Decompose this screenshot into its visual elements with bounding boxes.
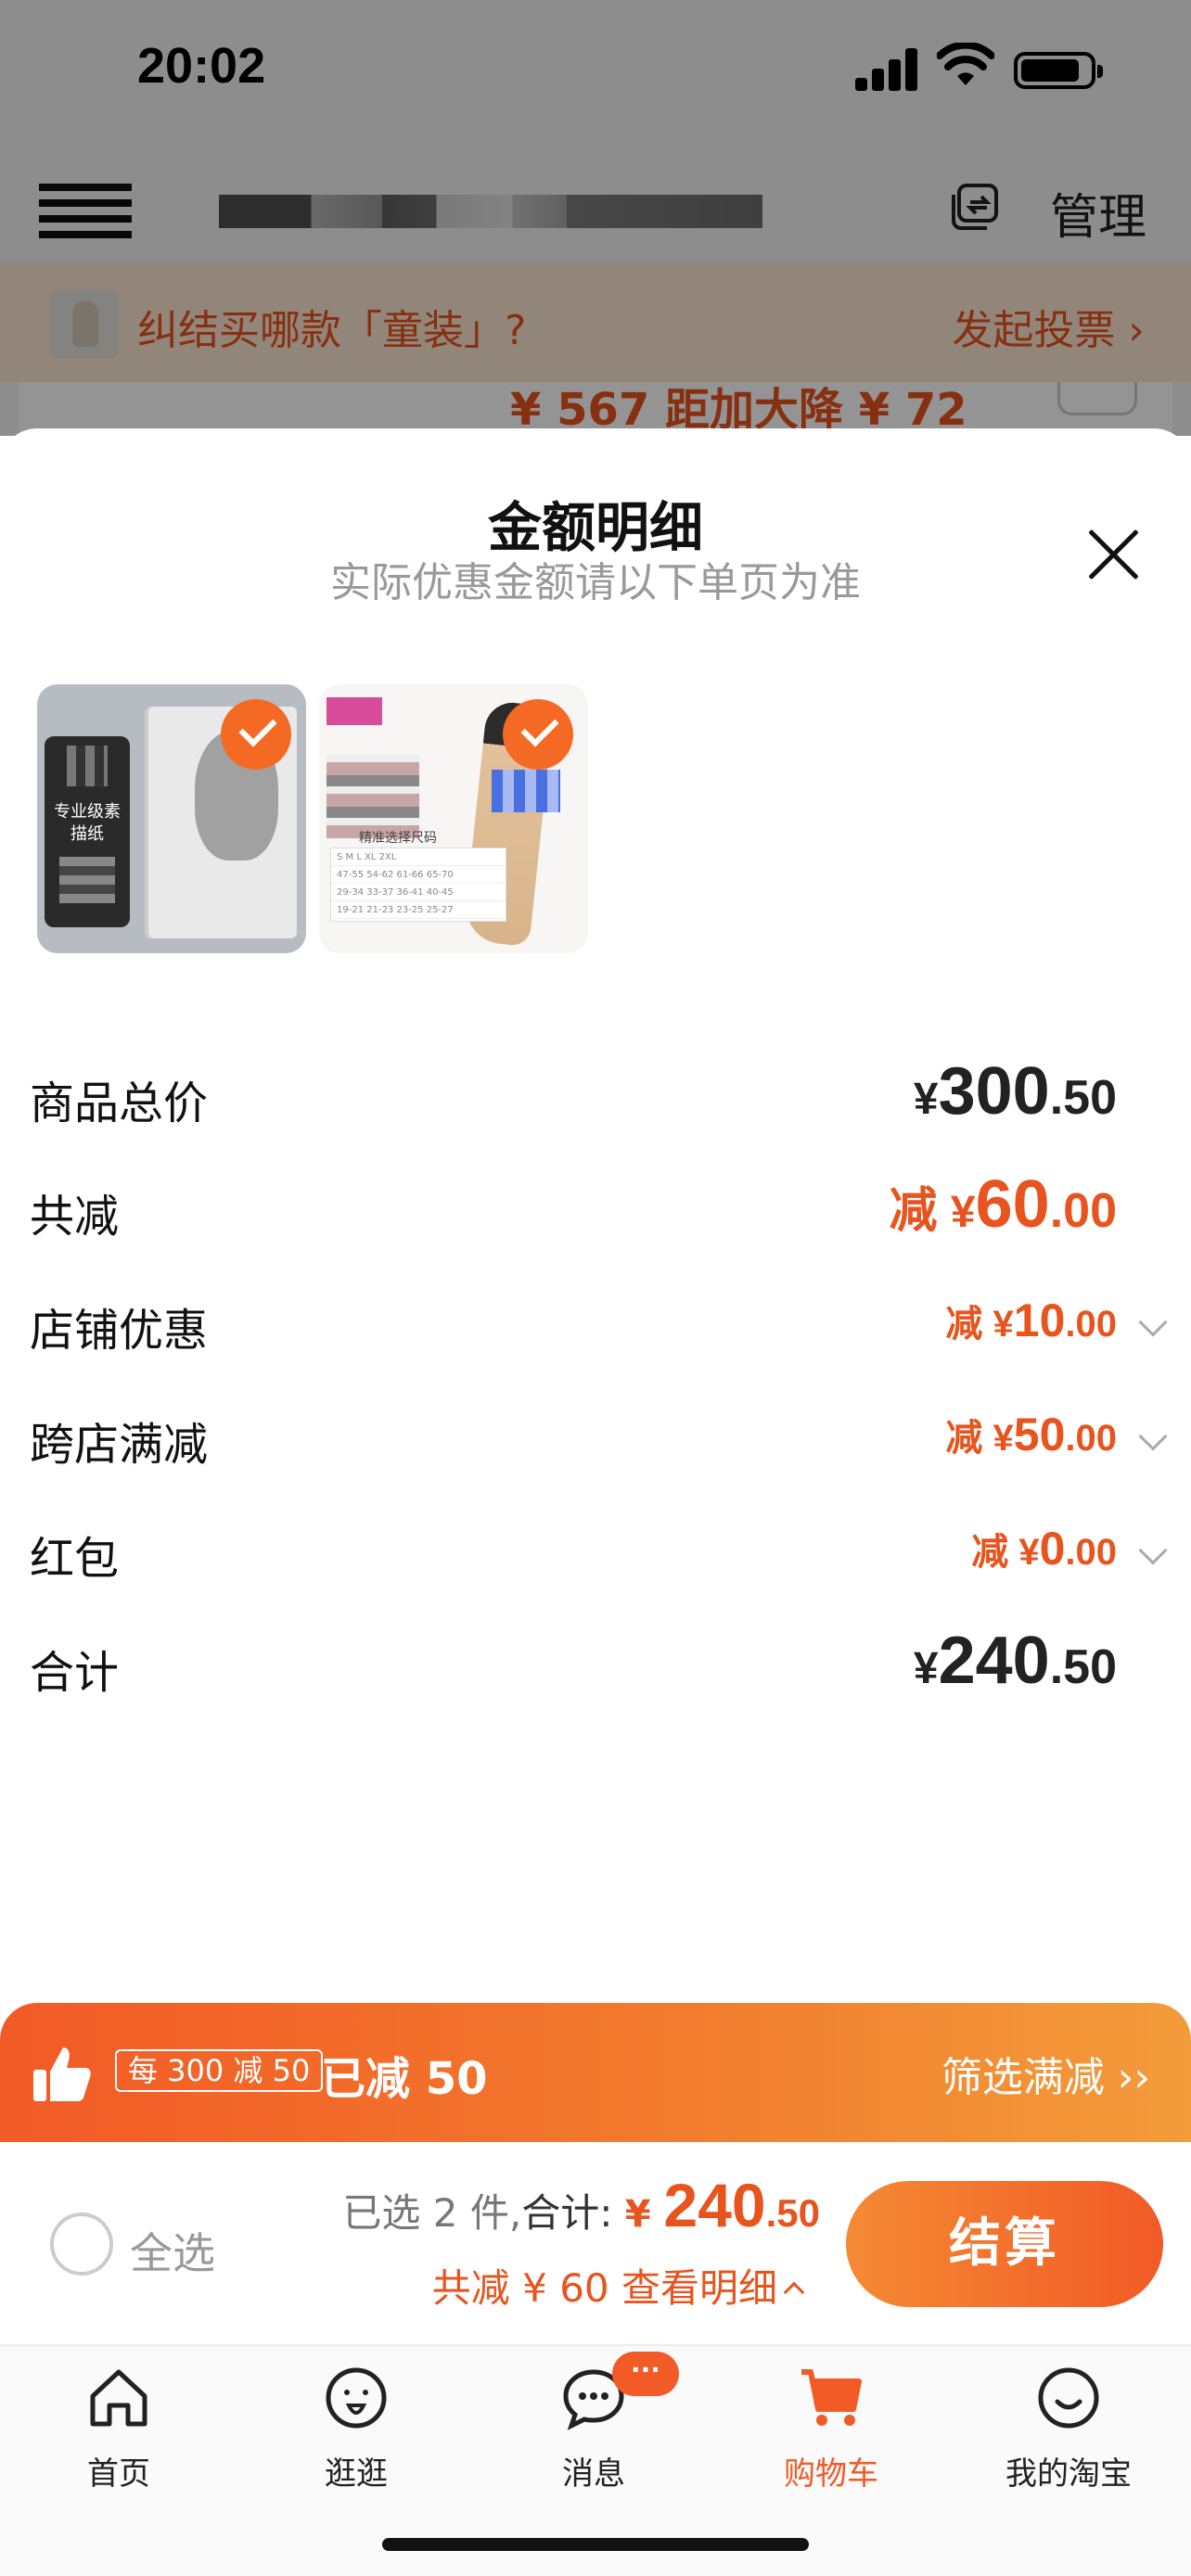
size-chart-title: 精准选择尺码 (359, 831, 437, 846)
chevron-up-icon (783, 2281, 805, 2303)
line-item-shop-coupon[interactable]: 店铺优惠 减 ¥10.00 (0, 1286, 1191, 1360)
message-badge: ··· (612, 2352, 679, 2396)
line-label: 跨店满减 (30, 1419, 209, 1471)
discount-promo-bar[interactable]: 每 300 减 50 已减 50 筛选满减 ›› (0, 2003, 1191, 2142)
line-item-subtotal: 商品总价 ¥300.50 (0, 1054, 1191, 1133)
home-indicator (382, 2538, 809, 2551)
product-label: 专业级素描纸 (54, 802, 121, 844)
close-icon[interactable] (1083, 525, 1143, 584)
line-item-red-packet[interactable]: 红包 减 ¥0.00 (0, 1514, 1191, 1588)
select-all-label[interactable]: 全选 (130, 2220, 215, 2281)
line-item-cross-shop[interactable]: 跨店满减 减 ¥50.00 (0, 1400, 1191, 1474)
line-label: 合计 (30, 1647, 120, 1699)
checkout-button[interactable]: 结算 (846, 2181, 1163, 2307)
selected-check-icon[interactable] (503, 699, 573, 770)
tab-label: 逛逛 (325, 2455, 388, 2493)
browse-icon (326, 2367, 387, 2429)
line-item-total-discount: 共减 减 ¥60.00 (0, 1167, 1191, 1246)
product-thumbnail[interactable]: 专业级素描纸 (37, 684, 306, 953)
total-integer: 240 (663, 2171, 766, 2239)
line-label: 红包 (30, 1533, 120, 1585)
product-thumbnail[interactable]: 精准选择尺码 S M L XL 2XL 47-55 54-62 61-66 65… (319, 684, 588, 953)
line-item-total: 合计 ¥240.50 (0, 1624, 1191, 1702)
thumbs-up-icon (33, 2047, 91, 2101)
profile-icon (1038, 2367, 1099, 2429)
line-amount: 减 ¥60.00 (889, 1167, 1117, 1242)
select-all-radio[interactable] (50, 2213, 113, 2276)
size-chart: 精准选择尺码 S M L XL 2XL 47-55 54-62 61-66 65… (330, 831, 506, 922)
tab-profile[interactable]: 我的淘宝 (976, 2365, 1161, 2504)
line-amount: 减 ¥50.00 (945, 1409, 1117, 1460)
sketchbook-cover: 专业级素描纸 (45, 736, 130, 927)
line-label: 共减 (30, 1191, 120, 1243)
size-chart-row: 47-55 54-62 61-66 65-70 (331, 866, 506, 884)
chevron-down-icon[interactable] (1138, 1307, 1168, 1337)
line-amount: ¥300.50 (913, 1054, 1117, 1129)
redacted-block (492, 770, 560, 812)
sheet-subtitle: 实际优惠金额请以下单页为准 (330, 559, 861, 606)
total-label: 合计: (521, 2190, 625, 2236)
line-amount: 减 ¥0.00 (971, 1523, 1117, 1575)
promo-saved-text: 已减 50 (321, 2053, 488, 2105)
size-chart-row: 19-21 21-23 23-25 25-27 (331, 901, 506, 919)
chevron-down-icon[interactable] (1138, 1422, 1168, 1451)
discount-detail-text: 共减 ¥ 60 查看明细 (431, 2265, 777, 2311)
total-currency: ¥ (624, 2193, 664, 2236)
selected-count: 已选 2 件, (342, 2190, 522, 2236)
tab-cart[interactable]: 购物车 (738, 2365, 924, 2504)
size-chart-row: S M L XL 2XL (331, 848, 506, 866)
line-label: 商品总价 (30, 1078, 209, 1129)
redacted-block (327, 755, 419, 838)
tab-label: 购物车 (784, 2455, 878, 2493)
redacted-block (59, 857, 115, 903)
home-icon (90, 2369, 147, 2427)
promo-tag: 每 300 减 50 (115, 2049, 324, 2092)
line-label: 店铺优惠 (30, 1305, 209, 1357)
filter-discount-link[interactable]: 筛选满减 ›› (941, 2044, 1150, 2103)
tab-label: 我的淘宝 (1005, 2455, 1132, 2493)
tab-browse[interactable]: 逛逛 (263, 2365, 449, 2504)
cart-icon (801, 2369, 862, 2426)
redacted-block (327, 697, 382, 725)
total-decimal: .50 (765, 2191, 820, 2235)
tab-label: 首页 (87, 2455, 150, 2493)
line-amount: 减 ¥10.00 (945, 1294, 1117, 1346)
redacted-block (67, 746, 108, 786)
summary-total: 已选 2 件,合计: ¥ 240.50 (342, 2170, 820, 2240)
tab-home[interactable]: 首页 (26, 2365, 211, 2504)
line-amount: ¥240.50 (913, 1624, 1117, 1698)
amount-detail-sheet: 金额明细 实际优惠金额请以下单页为准 专业级素描纸 精准选择尺码 S M L X… (0, 428, 1191, 2005)
size-chart-row: 29-34 33-37 36-41 40-45 (331, 884, 506, 901)
checkout-bar: 全选 已选 2 件,合计: ¥ 240.50 共减 ¥ 60 查看明细 结算 (0, 2142, 1191, 2344)
view-detail-link[interactable]: 共减 ¥ 60 查看明细 (431, 2257, 805, 2314)
chevron-down-icon[interactable] (1138, 1536, 1168, 1565)
selected-check-icon[interactable] (221, 699, 291, 770)
dim-overlay[interactable] (0, 0, 1191, 436)
tab-label: 消息 (562, 2455, 625, 2493)
